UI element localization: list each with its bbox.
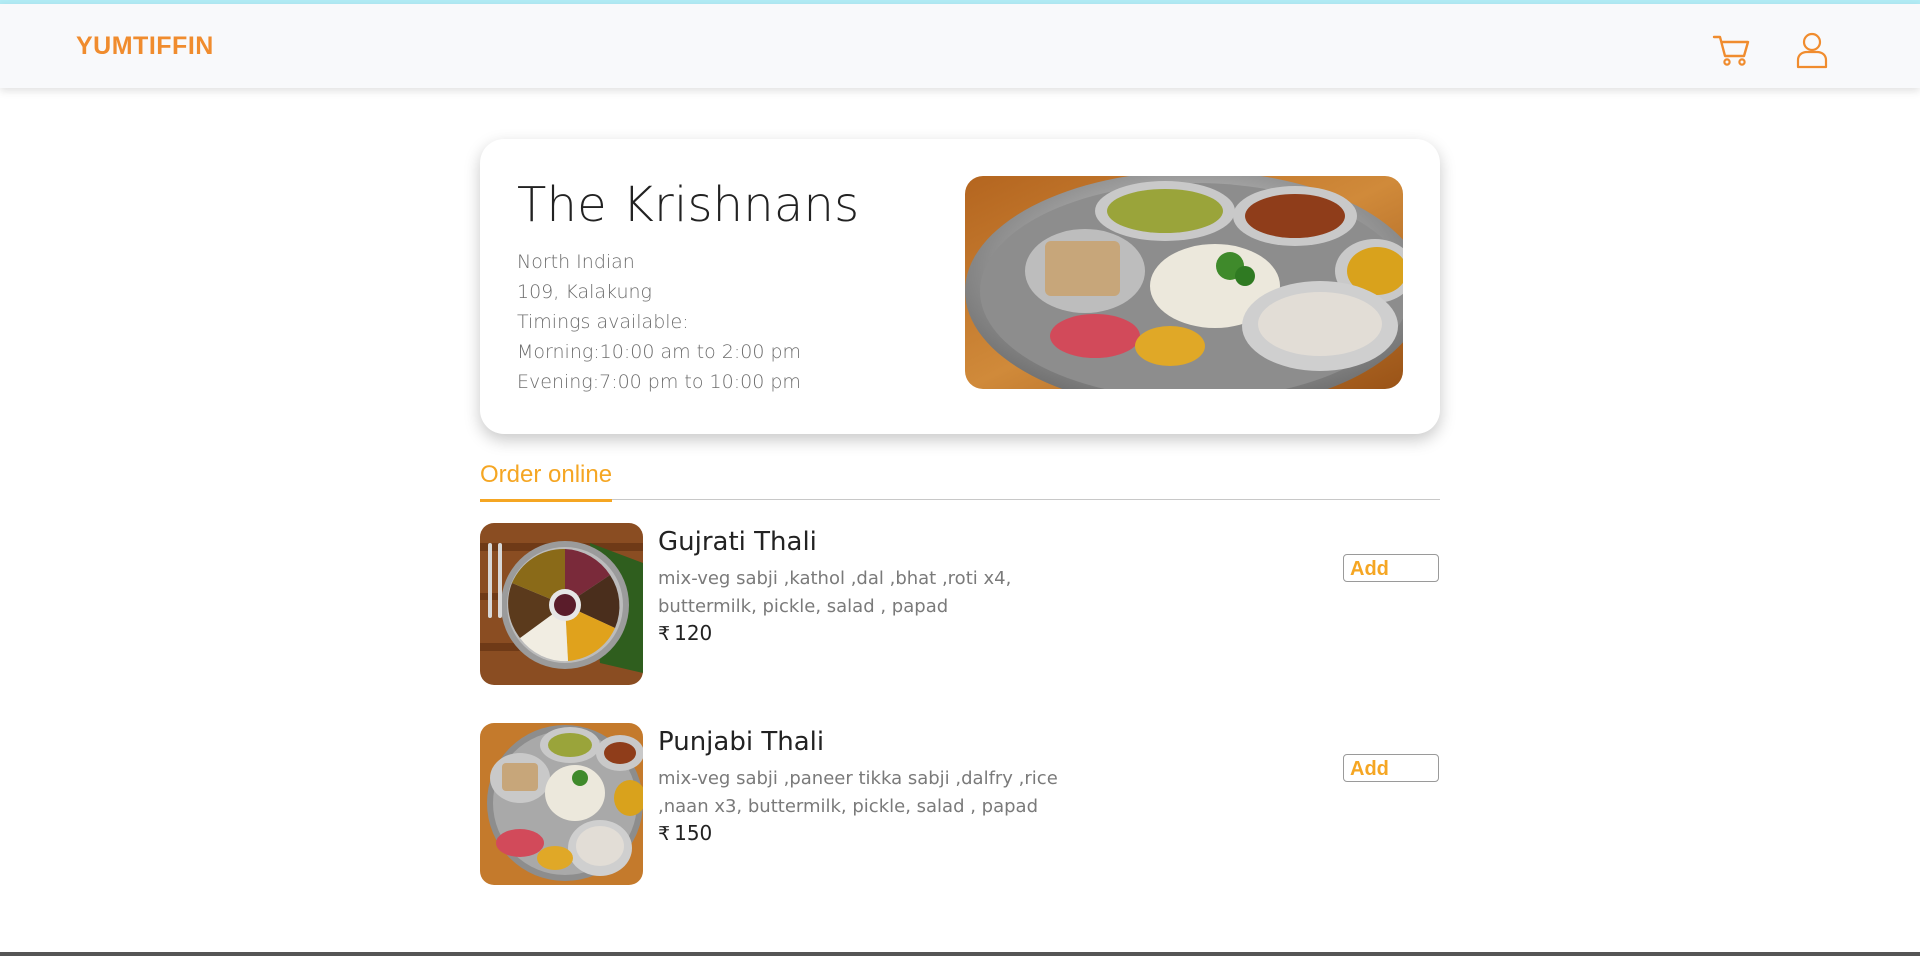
tab-order-online[interactable]: Order online <box>480 461 613 502</box>
item-price-value: 120 <box>674 621 713 645</box>
brand-logo[interactable]: YUMTIFFIN <box>76 32 214 61</box>
menu-item-punjabi-thali: Punjabi Thali mix-veg sabji ,paneer tikk… <box>480 723 1440 885</box>
navbar: YUMTIFFIN <box>0 4 1920 88</box>
timings-label: Timings available: <box>517 311 689 333</box>
restaurant-address: 109, Kalakung <box>517 281 652 303</box>
item-price: ₹120 <box>658 621 712 645</box>
add-button[interactable]: Add <box>1343 754 1439 782</box>
morning-timing: Morning:10:00 am to 2:00 pm <box>517 341 802 363</box>
item-description: mix-veg sabji ,paneer tikka sabji ,dalfr… <box>658 768 1058 817</box>
gujrati-thali-image <box>480 523 643 685</box>
order-tabs: Order online <box>480 455 1440 502</box>
item-title: Punjabi Thali <box>658 727 825 757</box>
menu-item-gujrati-thali: Gujrati Thali mix-veg sabji ,kathol ,dal… <box>480 523 1440 685</box>
item-price-value: 150 <box>674 821 713 845</box>
punjabi-thali-image <box>480 723 643 885</box>
restaurant-thali-image <box>965 176 1403 389</box>
rupee-icon: ₹ <box>658 623 671 645</box>
restaurant-info-card: The Krishnans North Indian 109, Kalakung… <box>480 139 1440 434</box>
user-icon[interactable] <box>1792 30 1832 70</box>
bottom-edge <box>0 952 1920 956</box>
evening-timing: Evening:7:00 pm to 10:00 pm <box>517 371 801 393</box>
restaurant-details: North Indian 109, Kalakung Timings avail… <box>517 247 801 397</box>
restaurant-cuisine: North Indian <box>517 251 635 273</box>
restaurant-name: The Krishnans <box>517 177 860 233</box>
rupee-icon: ₹ <box>658 823 671 845</box>
add-button[interactable]: Add <box>1343 554 1439 582</box>
item-description: mix-veg sabji ,kathol ,dal ,bhat ,roti x… <box>658 568 1012 617</box>
item-price: ₹150 <box>658 821 712 845</box>
item-title: Gujrati Thali <box>658 527 817 557</box>
cart-icon[interactable] <box>1712 30 1752 70</box>
